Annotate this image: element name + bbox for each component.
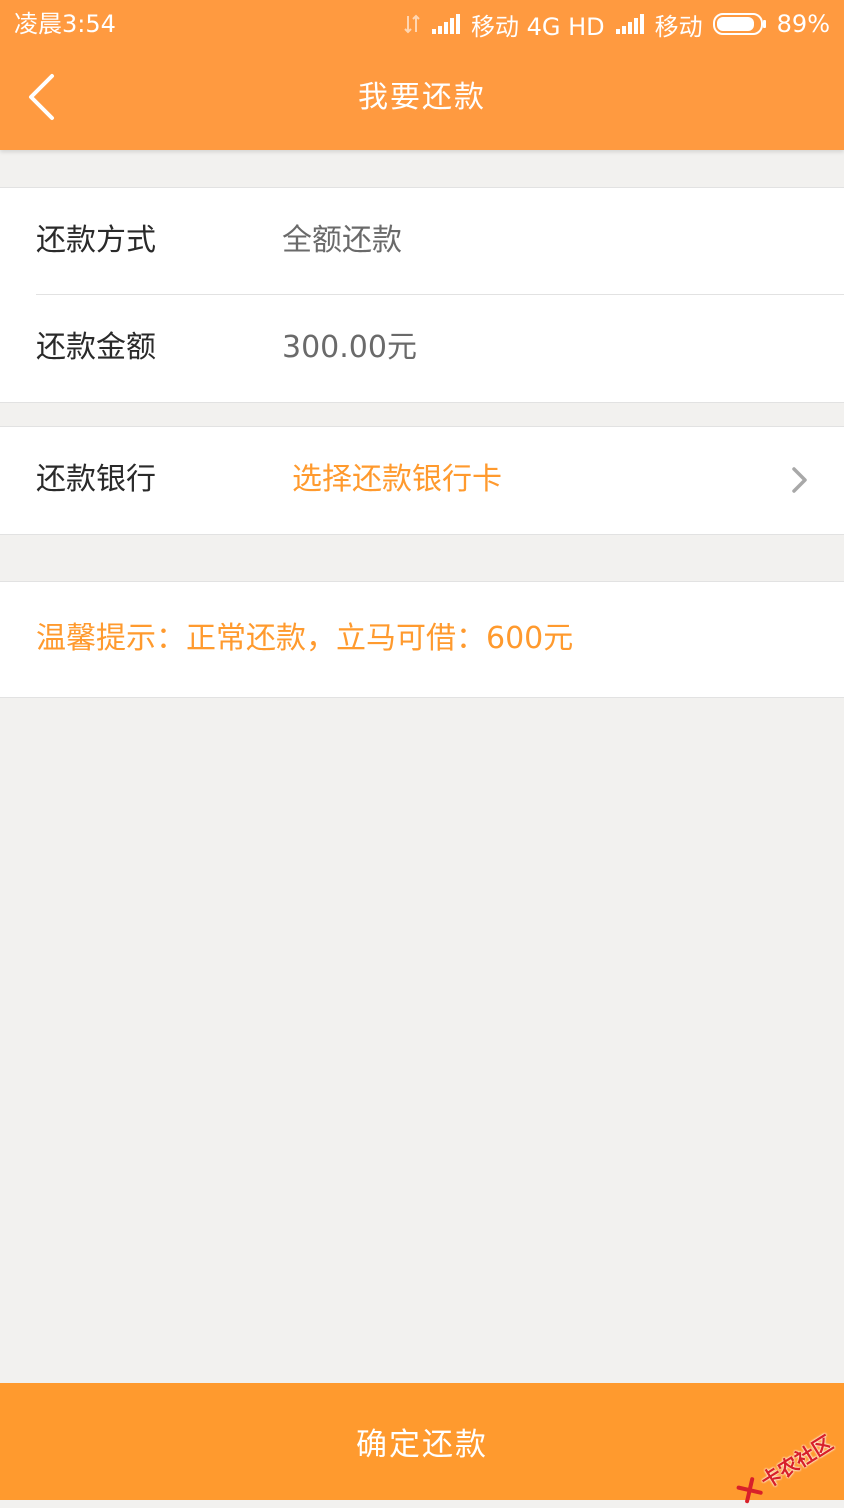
- repay-method-label: 还款方式: [36, 223, 156, 258]
- chevron-right-icon: [792, 467, 807, 493]
- repay-bank-label: 还款银行: [36, 462, 156, 497]
- data-transfer-icon: [404, 14, 420, 34]
- select-bank-row[interactable]: 还款银行 选择还款银行卡: [0, 427, 844, 534]
- battery-percent: 89%: [776, 10, 830, 38]
- repay-method-value: 全额还款: [282, 223, 402, 258]
- repay-amount-value: 300.00元: [282, 330, 417, 365]
- status-indicators: 移动 4G HD 移动 89%: [403, 9, 830, 41]
- tip-section: 温馨提示：正常还款，立马可借：600元: [0, 581, 844, 698]
- carrier-1-label: 移动 4G HD: [471, 12, 605, 41]
- tip-text: 温馨提示：正常还款，立马可借：600元: [36, 621, 574, 656]
- select-bank-card-link[interactable]: 选择还款银行卡: [292, 459, 502, 501]
- repay-info-card: 还款方式 全额还款 还款金额 300.00元: [0, 187, 844, 403]
- bank-card-section: 还款银行 选择还款银行卡: [0, 426, 844, 535]
- page-title: 我要还款: [358, 80, 486, 115]
- signal-icon: [615, 14, 644, 34]
- battery-icon: [712, 13, 766, 35]
- status-bar: 凌晨3:54 移动 4G HD 移动 89%: [0, 0, 844, 48]
- confirm-repay-button[interactable]: 确定还款: [0, 1383, 844, 1500]
- app-header: 凌晨3:54 移动 4G HD 移动 89% 我要还款: [0, 0, 844, 150]
- signal-icon: [432, 14, 460, 34]
- carrier-2-label: 移动: [654, 12, 703, 41]
- status-time: 凌晨3:54: [14, 10, 116, 38]
- repay-amount-row: 还款金额 300.00元: [0, 295, 844, 402]
- repay-method-row: 还款方式 全额还款: [0, 188, 844, 295]
- repay-amount-label: 还款金额: [36, 330, 156, 365]
- title-bar: 我要还款: [0, 48, 844, 150]
